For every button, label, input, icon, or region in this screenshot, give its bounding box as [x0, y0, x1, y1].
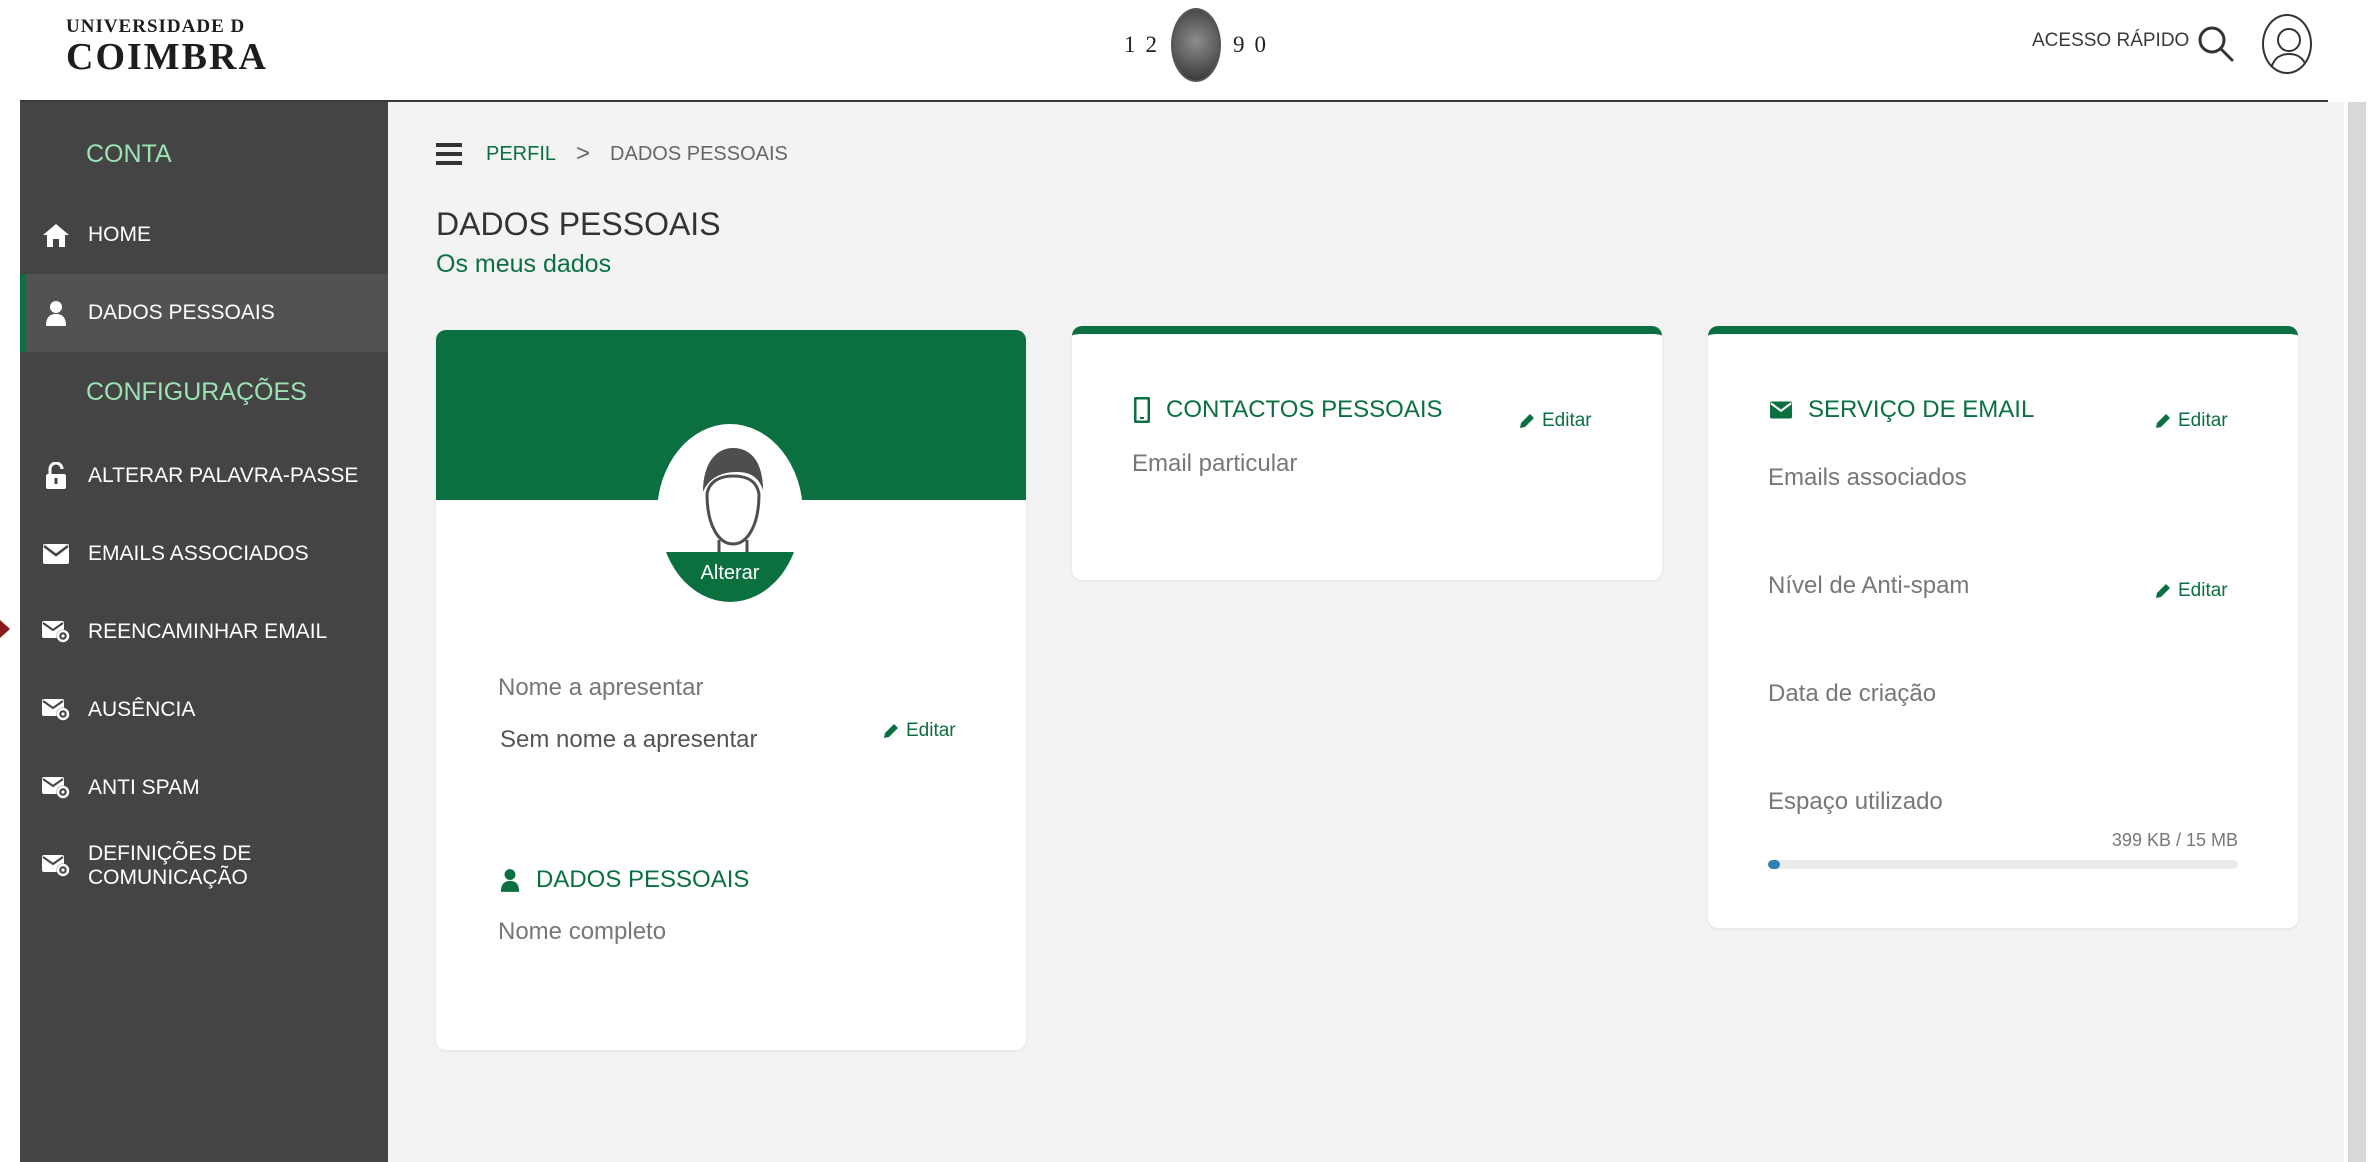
contacts-title-text: CONTACTOS PESSOAIS — [1166, 396, 1443, 423]
logo-top-text: UNIVERSIDADE D — [66, 16, 246, 37]
sidebar-item-label: REENCAMINHAR EMAIL — [88, 620, 328, 643]
sidebar-item-dados-pessoais[interactable]: DADOS PESSOAIS — [20, 274, 388, 352]
seal-year-left: 12 — [1124, 32, 1167, 57]
contacts-card: CONTACTOS PESSOAIS Editar Email particul… — [1072, 326, 1662, 580]
antispam-level-label: Nível de Anti-spam — [1768, 572, 1970, 599]
sidebar-item-anti-spam[interactable]: ANTI SPAM — [20, 749, 388, 827]
mail-settings-icon — [42, 618, 70, 646]
sidebar-item-reencaminhar-email[interactable]: REENCAMINHAR EMAIL — [20, 593, 388, 671]
envelope-icon — [42, 540, 70, 568]
space-used-label: Espaço utilizado — [1768, 788, 1943, 815]
sidebar-item-label: HOME — [88, 223, 151, 246]
pencil-icon — [1520, 414, 1534, 428]
edit-display-name-button[interactable]: Editar — [882, 720, 956, 742]
seal-emblem-icon — [1171, 8, 1221, 82]
display-name-label: Nome a apresentar — [498, 674, 704, 701]
sidebar-item-label: AUSÊNCIA — [88, 698, 196, 721]
sidebar-item-label: ANTI SPAM — [88, 776, 200, 799]
full-name-label: Nome completo — [498, 918, 667, 945]
edit-contacts-button[interactable]: Editar — [1518, 410, 1592, 432]
associated-emails-label: Emails associados — [1768, 464, 1967, 491]
section-title-text: DADOS PESSOAIS — [536, 866, 750, 893]
search-icon[interactable] — [2196, 24, 2236, 64]
envelope-icon — [1770, 401, 1792, 419]
display-name-value: Sem nome a apresentar — [500, 726, 758, 753]
top-header: UNIVERSIDADE D COIMBRA 12 90 ACESSO RÁPI… — [0, 0, 2378, 102]
user-icon — [500, 869, 520, 892]
email-service-title-text: SERVIÇO DE EMAIL — [1808, 396, 2035, 423]
space-used-value: 399 KB / 15 MB — [2111, 830, 2238, 850]
sidebar-item-home[interactable]: HOME — [20, 196, 388, 274]
sidebar-item-alterar-palavra-passe[interactable]: ALTERAR PALAVRA-PASSE — [20, 437, 388, 515]
sidebar-item-emails-associados[interactable]: EMAILS ASSOCIADOS — [20, 515, 388, 593]
sidebar-item-definicoes-comunicacao[interactable]: DEFINIÇÕES DE COMUNICAÇÃO — [20, 827, 388, 905]
pencil-icon — [884, 724, 898, 738]
quick-access-link[interactable]: ACESSO RÁPIDO — [2032, 30, 2189, 52]
edit-label: Editar — [2178, 580, 2228, 601]
scrollbar[interactable] — [2348, 102, 2366, 1162]
breadcrumb: PERFIL > DADOS PESSOAIS — [436, 140, 788, 168]
university-logo[interactable]: UNIVERSIDADE D COIMBRA — [66, 16, 268, 76]
mail-settings-icon — [42, 852, 70, 880]
page-title: DADOS PESSOAIS — [436, 206, 721, 242]
user-avatar-icon[interactable] — [2262, 14, 2312, 74]
personal-data-section-title: DADOS PESSOAIS — [500, 866, 749, 894]
sidebar-section-account: CONTA — [86, 140, 172, 168]
sidebar: CONTA HOME DADOS PESSOAIS CONFIGURAÇÕES … — [20, 102, 388, 1162]
home-icon — [42, 221, 70, 249]
contacts-card-title: CONTACTOS PESSOAIS — [1134, 396, 1443, 424]
breadcrumb-separator: > — [576, 140, 591, 167]
sidebar-item-ausencia[interactable]: AUSÊNCIA — [20, 671, 388, 749]
logo-main-text: COIMBRA — [66, 36, 268, 78]
edit-label: Editar — [906, 720, 956, 741]
creation-date-label: Data de criação — [1768, 680, 1937, 707]
edit-label: Editar — [1542, 410, 1592, 431]
university-seal: 12 90 — [1124, 6, 1276, 84]
change-photo-button[interactable]: Alterar — [659, 552, 801, 602]
personal-email-label: Email particular — [1132, 450, 1298, 477]
menu-toggle-icon[interactable] — [436, 143, 462, 165]
user-icon — [42, 299, 70, 327]
page-subtitle: Os meus dados — [436, 250, 612, 278]
edit-label: Editar — [2178, 410, 2228, 431]
seal-year-right: 90 — [1233, 32, 1276, 57]
edit-email-service-button[interactable]: Editar — [2154, 410, 2228, 432]
sidebar-item-label: DADOS PESSOAIS — [88, 301, 275, 324]
sidebar-item-label: ALTERAR PALAVRA-PASSE — [88, 464, 359, 487]
mobile-phone-icon — [1134, 397, 1150, 423]
email-service-card: SERVIÇO DE EMAIL Editar Emails associado… — [1708, 326, 2298, 928]
unlock-icon — [42, 462, 70, 490]
pointer-marker — [0, 620, 10, 638]
mail-settings-icon — [42, 696, 70, 724]
edit-antispam-button[interactable]: Editar — [2154, 580, 2228, 602]
breadcrumb-perfil-link[interactable]: PERFIL — [486, 143, 556, 166]
space-used-progress-fill — [1768, 860, 1781, 869]
space-used-progress-bar — [1768, 860, 2238, 869]
pencil-icon — [2156, 584, 2170, 598]
profile-card: Alterar Nome a apresentar Sem nome a apr… — [436, 330, 1026, 1050]
mail-settings-icon — [42, 774, 70, 802]
sidebar-item-label: DEFINIÇÕES DE COMUNICAÇÃO — [88, 842, 252, 889]
breadcrumb-current: DADOS PESSOAIS — [610, 142, 788, 165]
email-service-title: SERVIÇO DE EMAIL — [1770, 396, 2034, 424]
profile-photo[interactable]: Alterar — [657, 424, 803, 604]
pencil-icon — [2156, 414, 2170, 428]
sidebar-section-settings: CONFIGURAÇÕES — [86, 378, 307, 406]
sidebar-item-label: EMAILS ASSOCIADOS — [88, 542, 309, 565]
